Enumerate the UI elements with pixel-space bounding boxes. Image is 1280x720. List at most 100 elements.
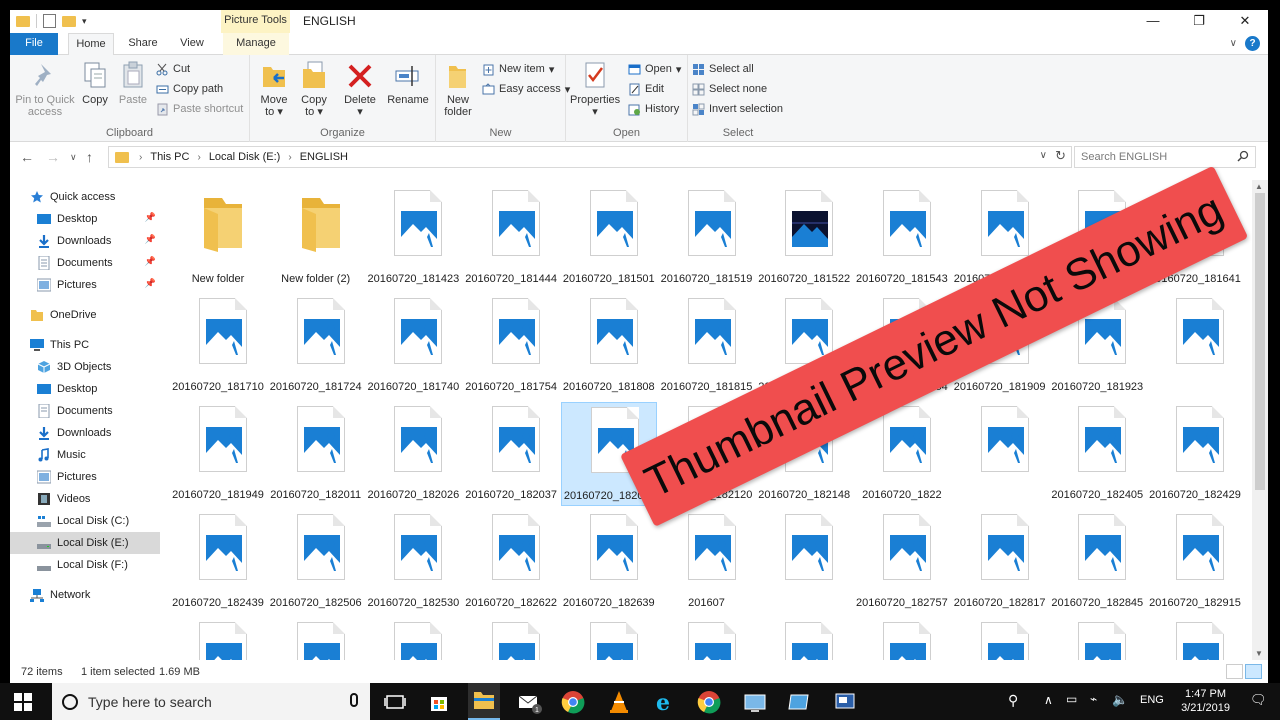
file-item[interactable]: 20160720_181740 xyxy=(365,294,461,398)
file-item[interactable]: 20160720_182429 xyxy=(1147,402,1243,506)
nav-desktop[interactable]: Desktop xyxy=(10,378,160,400)
file-item[interactable]: 20160720_181808 xyxy=(561,294,657,398)
file-item[interactable]: 20160720_181423 xyxy=(365,186,461,290)
back-arrow-icon[interactable]: ← xyxy=(20,149,34,165)
battery-icon[interactable]: ▭ xyxy=(1066,692,1077,706)
help-icon[interactable]: ? xyxy=(1245,36,1260,51)
file-item[interactable]: 201607 xyxy=(659,510,755,614)
screen-tool-icon[interactable] xyxy=(832,689,858,715)
microphone-icon[interactable] xyxy=(350,693,358,707)
tab-file[interactable]: File xyxy=(10,33,58,55)
copy-path-button[interactable]: Copy path xyxy=(156,81,223,97)
file-item[interactable] xyxy=(268,618,364,660)
people-icon[interactable]: ⚲ xyxy=(1008,692,1018,709)
tab-manage[interactable]: Manage xyxy=(223,33,289,55)
select-all-button[interactable]: Select all xyxy=(692,61,754,77)
breadcrumb-local-disk-e[interactable]: Local Disk (E:) xyxy=(209,151,281,163)
nav-local-disk-c[interactable]: Local Disk (C:) xyxy=(10,510,160,532)
nav-music[interactable]: Music xyxy=(10,444,160,466)
vertical-scrollbar[interactable]: ▲ ▼ xyxy=(1252,180,1268,660)
network-tray-icon[interactable]: ⌁ xyxy=(1090,692,1097,706)
nav-qa-downloads[interactable]: Downloads 📌 xyxy=(10,230,160,252)
chevron-down-icon[interactable]: ∨ xyxy=(1040,150,1047,161)
search-input[interactable]: Search ENGLISH xyxy=(1074,146,1256,168)
scroll-down-icon[interactable]: ▼ xyxy=(1255,649,1263,658)
chrome-icon[interactable] xyxy=(560,689,586,715)
nav-3d-objects[interactable]: 3D Objects xyxy=(10,356,160,378)
file-item[interactable] xyxy=(561,618,657,660)
breadcrumb-english[interactable]: ENGLISH xyxy=(300,151,348,163)
file-item[interactable]: 20160720_182439 xyxy=(170,510,266,614)
file-item[interactable] xyxy=(365,618,461,660)
internet-explorer-icon[interactable]: e xyxy=(652,689,678,716)
file-item[interactable] xyxy=(952,402,1048,506)
file-item[interactable]: 20160720_182405 xyxy=(1049,402,1145,506)
nav-downloads[interactable]: Downloads xyxy=(10,422,160,444)
maximize-button[interactable]: ❐ xyxy=(1176,10,1222,33)
file-item[interactable] xyxy=(1147,294,1243,398)
scrollbar-thumb[interactable] xyxy=(1255,193,1265,490)
large-icons-view-button[interactable] xyxy=(1245,664,1262,679)
mail-icon[interactable]: 1 xyxy=(516,689,542,715)
file-item[interactable]: 20160720_181543 xyxy=(854,186,950,290)
breadcrumb-this-pc[interactable]: This PC xyxy=(150,151,189,163)
store-icon[interactable] xyxy=(426,689,452,715)
new-folder-icon[interactable] xyxy=(62,15,76,27)
file-item[interactable]: 20160720_182037 xyxy=(463,402,559,506)
file-item[interactable] xyxy=(659,618,755,660)
properties-icon[interactable] xyxy=(43,14,56,28)
close-button[interactable]: ✕ xyxy=(1222,10,1268,33)
select-none-button[interactable]: Select none xyxy=(692,81,767,97)
remote-desktop-icon[interactable] xyxy=(742,689,768,715)
file-item[interactable] xyxy=(170,618,266,660)
details-view-button[interactable] xyxy=(1226,664,1243,679)
file-item[interactable]: 20160720_181501 xyxy=(561,186,657,290)
tab-home[interactable]: Home xyxy=(68,33,114,56)
file-item[interactable]: 20160720_182622 xyxy=(463,510,559,614)
cut-button[interactable]: Cut xyxy=(156,61,190,77)
scroll-up-icon[interactable]: ▲ xyxy=(1255,182,1263,191)
nav-pictures[interactable]: Pictures xyxy=(10,466,160,488)
file-item[interactable]: 20160720_181815 xyxy=(659,294,755,398)
file-item[interactable]: 20160720_182915 xyxy=(1147,510,1243,614)
new-item-button[interactable]: New item ▾ xyxy=(482,61,554,77)
app-window-icon[interactable] xyxy=(786,689,812,715)
file-item[interactable]: 20160720_181724 xyxy=(268,294,364,398)
volume-icon[interactable]: 🔈 xyxy=(1112,692,1128,708)
nav-local-disk-e[interactable]: Local Disk (E:) xyxy=(10,532,160,554)
move-to-button[interactable]: Move to ▾ xyxy=(256,60,292,118)
invert-selection-button[interactable]: Invert selection xyxy=(692,101,783,117)
file-item[interactable] xyxy=(756,510,852,614)
file-item[interactable]: 20160720_181754 xyxy=(463,294,559,398)
edit-button[interactable]: Edit xyxy=(628,81,664,97)
pin-icon[interactable]: 📌 xyxy=(145,256,156,267)
pin-icon[interactable]: 📌 xyxy=(145,278,156,289)
pin-icon[interactable]: 📌 xyxy=(145,212,156,223)
file-item[interactable]: 20160720_181519 xyxy=(659,186,755,290)
file-item[interactable]: 20160720_182817 xyxy=(952,510,1048,614)
properties-button[interactable]: Properties ▾ xyxy=(570,60,620,118)
rename-button[interactable]: Rename xyxy=(386,60,430,106)
delete-button[interactable]: Delete ▾ xyxy=(342,60,378,118)
paste-shortcut-button[interactable]: Paste shortcut xyxy=(156,101,243,117)
file-item[interactable]: 20160720_182011 xyxy=(268,402,364,506)
windows-start-icon[interactable] xyxy=(14,693,32,711)
pin-icon[interactable]: 📌 xyxy=(145,234,156,245)
new-folder-button[interactable]: New folder xyxy=(440,60,476,118)
folder-item[interactable]: New folder xyxy=(170,186,266,290)
file-item[interactable]: 20160720_182757 xyxy=(854,510,950,614)
file-item[interactable]: 20160720_182845 xyxy=(1049,510,1145,614)
file-item[interactable] xyxy=(756,618,852,660)
taskbar-search-input[interactable]: Type here to search xyxy=(52,683,370,720)
vlc-icon[interactable] xyxy=(606,689,632,715)
folder-item[interactable]: New folder (2) xyxy=(268,186,364,290)
forward-arrow-icon[interactable]: → xyxy=(46,149,60,165)
minimize-button[interactable]: — xyxy=(1130,10,1176,33)
file-item[interactable] xyxy=(854,618,950,660)
recent-locations-icon[interactable]: ∨ xyxy=(70,152,77,163)
nav-quick-access[interactable]: Quick access xyxy=(10,186,160,208)
paste-button[interactable]: Paste xyxy=(116,60,150,106)
nav-network[interactable]: Network xyxy=(10,584,160,606)
chevron-up-icon[interactable]: ∧ xyxy=(1044,693,1053,707)
tab-share[interactable]: Share xyxy=(123,33,163,55)
